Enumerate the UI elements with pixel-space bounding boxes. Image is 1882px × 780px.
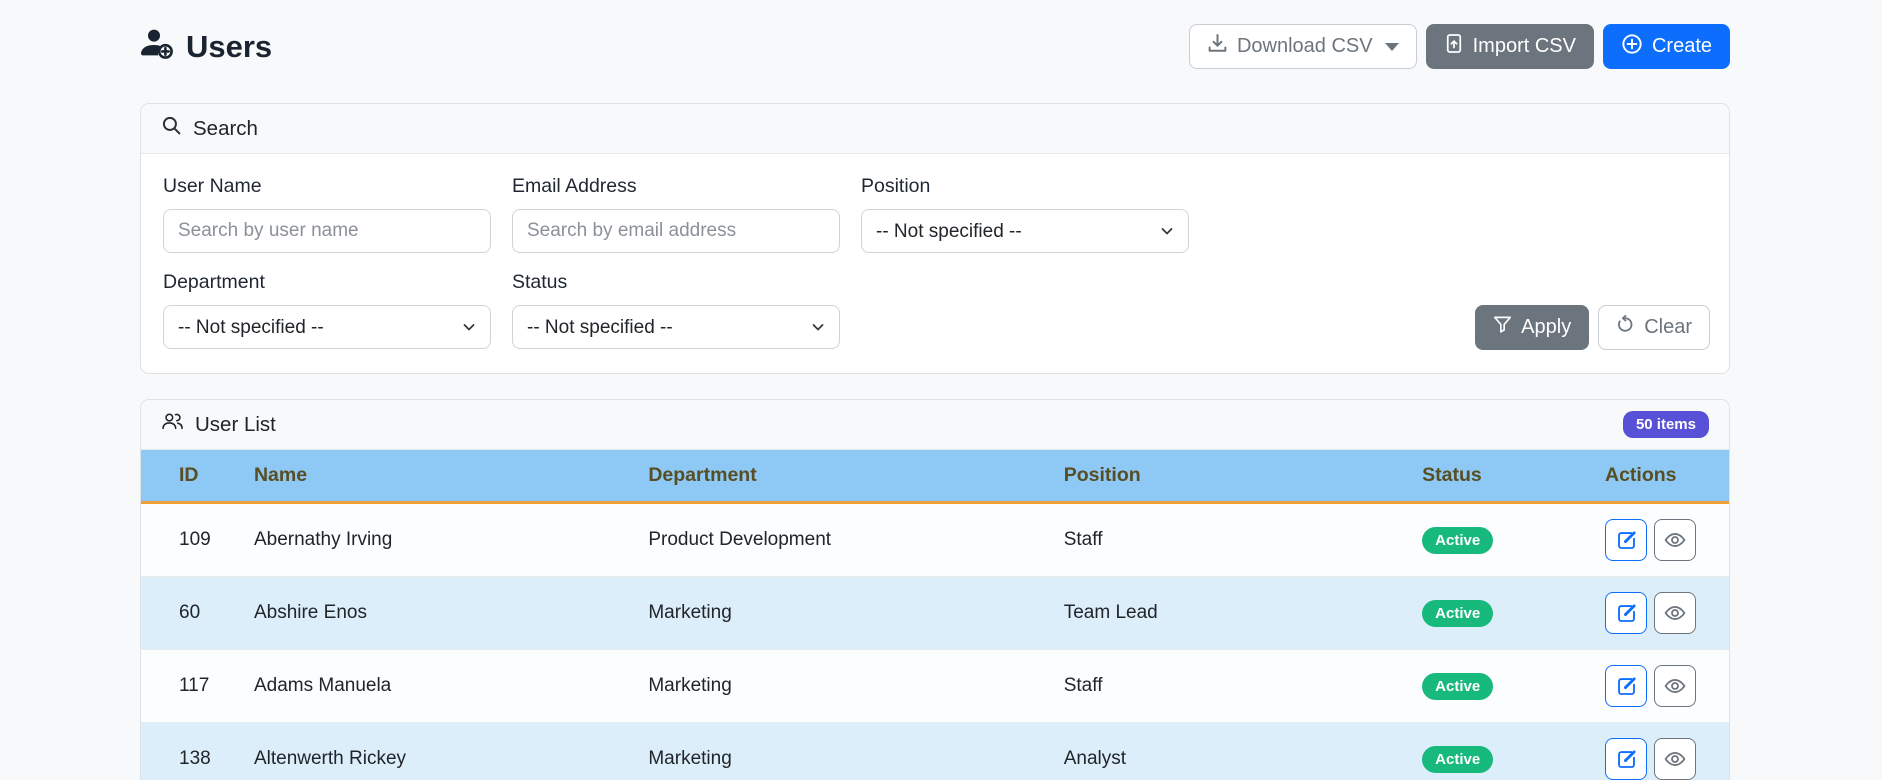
user-list-title: User List — [195, 412, 276, 436]
import-csv-label: Import CSV — [1472, 35, 1576, 57]
email-input[interactable] — [512, 209, 840, 253]
view-button[interactable] — [1654, 592, 1696, 634]
column-header-department: Department — [630, 450, 1046, 504]
email-field-group: Email Address — [512, 175, 840, 253]
view-button[interactable] — [1654, 738, 1696, 780]
department-select[interactable]: -- Not specified -- — [163, 305, 491, 349]
caret-down-icon — [1384, 42, 1399, 51]
cell-department: Marketing — [648, 602, 732, 623]
apply-label: Apply — [1521, 316, 1572, 338]
file-upload-icon — [1444, 33, 1464, 60]
person-plus-icon — [140, 27, 174, 67]
cell-name: Altenwerth Rickey — [253, 748, 407, 769]
status-badge: Active — [1422, 599, 1494, 627]
position-select-wrap: -- Not specified -- — [861, 209, 1189, 253]
row-actions — [1605, 592, 1711, 634]
status-select-wrap: -- Not specified -- — [512, 305, 840, 349]
table-row: 138 Altenwerth Rickey Marketing Analyst … — [141, 722, 1729, 780]
status-badge: Active — [1422, 672, 1494, 700]
department-label: Department — [163, 271, 265, 293]
create-label: Create — [1651, 35, 1712, 57]
user-name-label: User Name — [163, 175, 262, 197]
column-header-actions: Actions — [1587, 450, 1729, 504]
table-row: 109 Abernathy Irving Product Development… — [141, 502, 1729, 577]
search-card-title: Search — [193, 116, 258, 140]
status-label: Status — [512, 271, 568, 293]
cell-id: 138 — [179, 748, 211, 769]
rotate-ccw-icon — [1616, 315, 1635, 340]
department-select-wrap: -- Not specified -- — [163, 305, 491, 349]
email-label: Email Address — [512, 175, 637, 197]
department-field-group: Department -- Not specified -- — [163, 271, 491, 349]
position-select[interactable]: -- Not specified -- — [861, 209, 1189, 253]
cell-department: Product Development — [648, 529, 832, 550]
row-actions — [1605, 665, 1711, 707]
page-container: Users Download CSV Import CSV Create Sea… — [140, 0, 1730, 780]
top-bar: Users Download CSV Import CSV Create — [140, 0, 1730, 69]
user-name-field-group: User Name — [163, 175, 491, 253]
status-badge: Active — [1422, 745, 1494, 773]
user-list-header: User List 50 items — [141, 400, 1729, 450]
download-csv-label: Download CSV — [1236, 35, 1373, 57]
user-table: ID Name Department Position Status Actio… — [141, 450, 1729, 780]
cell-department: Marketing — [648, 675, 732, 696]
position-field-group: Position -- Not specified -- — [861, 175, 1189, 253]
page-title: Users — [140, 27, 272, 67]
download-csv-button[interactable]: Download CSV — [1188, 24, 1417, 69]
search-form-row-1: User Name Email Address Position -- Not … — [163, 175, 1709, 253]
cell-department: Marketing — [648, 748, 732, 769]
table-row: 60 Abshire Enos Marketing Team Lead Acti… — [141, 576, 1729, 650]
column-header-id: ID — [141, 450, 236, 504]
cell-position: Team Lead — [1063, 602, 1158, 623]
status-select[interactable]: -- Not specified -- — [512, 305, 840, 349]
cell-position: Staff — [1063, 675, 1103, 696]
edit-button[interactable] — [1605, 519, 1647, 561]
import-csv-button[interactable]: Import CSV — [1425, 24, 1594, 69]
search-card: Search User Name Email Address Position … — [140, 103, 1730, 374]
status-field-group: Status -- Not specified -- — [512, 271, 840, 349]
items-count-badge: 50 items — [1622, 411, 1709, 438]
user-name-input[interactable] — [163, 209, 491, 253]
cell-position: Analyst — [1063, 748, 1127, 769]
plus-circle-icon — [1621, 33, 1643, 61]
position-label: Position — [861, 175, 931, 197]
search-card-header: Search — [141, 104, 1729, 154]
column-header-name: Name — [235, 450, 631, 504]
toolbar-actions: Download CSV Import CSV Create — [1188, 24, 1730, 69]
view-button[interactable] — [1654, 519, 1696, 561]
user-list-card: User List 50 items ID Name Department Po… — [140, 399, 1730, 780]
cell-id: 109 — [179, 529, 211, 550]
download-icon — [1207, 33, 1228, 60]
edit-button[interactable] — [1605, 592, 1647, 634]
table-header-row: ID Name Department Position Status Actio… — [141, 450, 1729, 504]
cell-position: Staff — [1063, 529, 1103, 550]
clear-label: Clear — [1644, 316, 1692, 338]
column-header-status: Status — [1404, 450, 1587, 504]
view-button[interactable] — [1654, 665, 1696, 707]
edit-button[interactable] — [1605, 738, 1647, 780]
row-actions — [1605, 519, 1711, 561]
cell-id: 60 — [179, 602, 201, 623]
cell-name: Adams Manuela — [253, 675, 392, 696]
search-icon — [161, 115, 182, 142]
filter-actions: Apply Clear — [1475, 305, 1710, 350]
cell-id: 117 — [179, 675, 210, 696]
edit-button[interactable] — [1605, 665, 1647, 707]
people-icon — [161, 411, 184, 438]
row-actions — [1605, 738, 1711, 780]
cell-name: Abshire Enos — [253, 602, 367, 623]
search-card-body: User Name Email Address Position -- Not … — [141, 154, 1729, 373]
apply-button[interactable]: Apply — [1475, 305, 1590, 350]
page-title-text: Users — [186, 28, 273, 64]
cell-name: Abernathy Irving — [253, 529, 393, 550]
clear-button[interactable]: Clear — [1598, 305, 1710, 350]
create-button[interactable]: Create — [1602, 24, 1730, 69]
status-badge: Active — [1422, 526, 1494, 554]
table-row: 117 Adams Manuela Marketing Staff Active — [141, 649, 1729, 723]
funnel-icon — [1493, 315, 1512, 340]
column-header-position: Position — [1045, 450, 1405, 504]
